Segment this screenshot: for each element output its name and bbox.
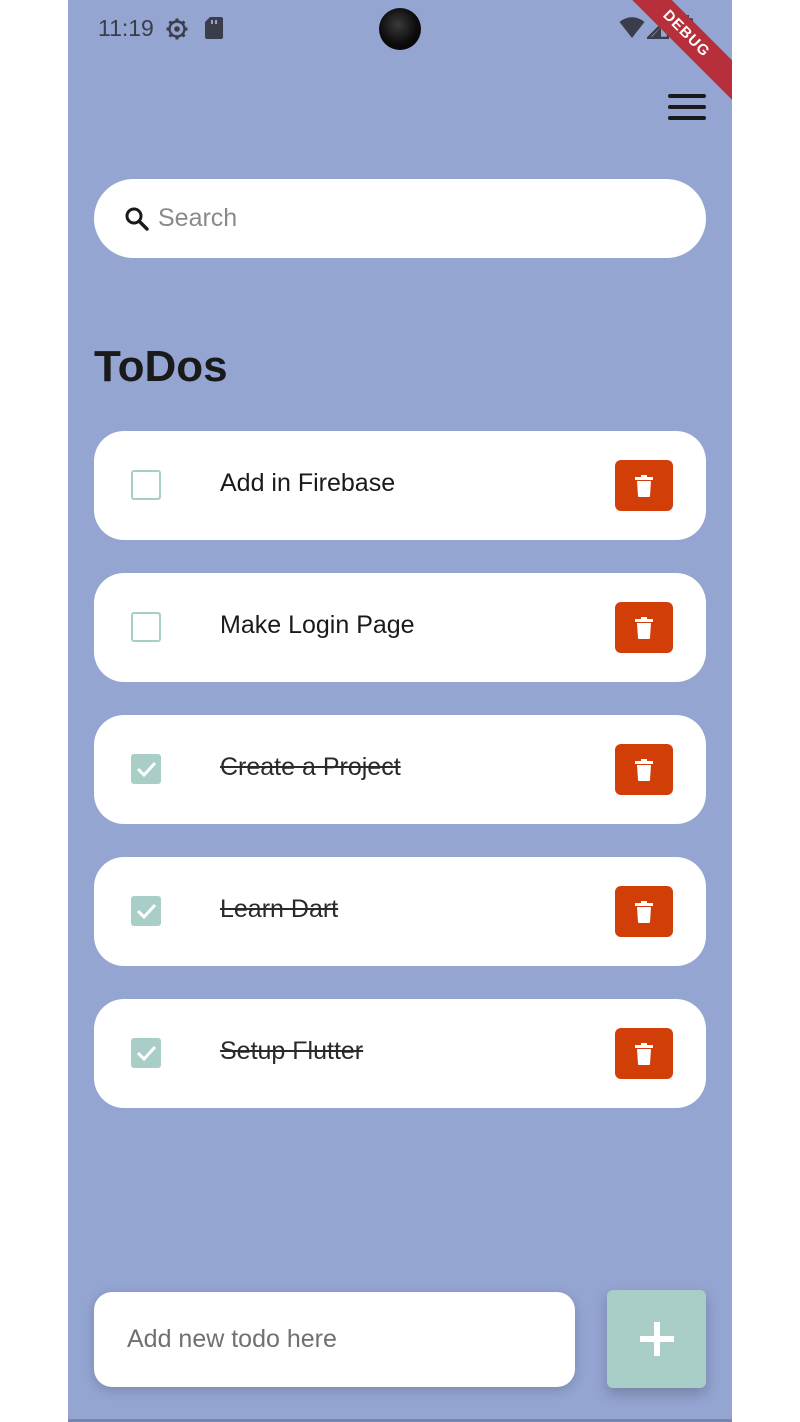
todo-checkbox-checked[interactable] xyxy=(131,1038,161,1068)
delete-button[interactable] xyxy=(615,1028,673,1079)
todo-item[interactable]: Add in Firebase xyxy=(94,431,706,540)
wifi-icon xyxy=(619,17,645,38)
trash-icon xyxy=(635,900,653,923)
checkmark-icon xyxy=(136,761,157,778)
todo-item[interactable]: Create a Project xyxy=(94,715,706,824)
status-time: 11:19 xyxy=(98,15,154,41)
sd-card-icon xyxy=(205,17,223,39)
settings-gear-icon xyxy=(166,18,188,40)
hamburger-menu-icon[interactable] xyxy=(668,94,706,124)
delete-button[interactable] xyxy=(615,886,673,937)
todo-checkbox-checked[interactable] xyxy=(131,896,161,926)
search-bar xyxy=(94,179,706,258)
plus-icon xyxy=(639,1322,674,1356)
todo-text: Create a Project xyxy=(220,753,401,781)
front-camera xyxy=(379,8,421,50)
todo-text: Make Login Page xyxy=(220,611,415,639)
todo-item[interactable]: Learn Dart xyxy=(94,857,706,966)
todo-checkbox[interactable] xyxy=(131,470,161,500)
search-input[interactable] xyxy=(158,204,638,233)
todo-checkbox-checked[interactable] xyxy=(131,754,161,784)
status-bar: 11:19 DEBUG xyxy=(68,0,732,108)
todo-text: Add in Firebase xyxy=(220,469,396,497)
delete-button[interactable] xyxy=(615,744,673,795)
todo-text: Learn Dart xyxy=(220,895,339,923)
trash-icon xyxy=(635,616,653,639)
page-title: ToDos xyxy=(94,342,228,391)
trash-icon xyxy=(635,474,653,497)
new-todo-input[interactable] xyxy=(127,1325,547,1354)
app-screen: 11:19 DEBUG Search ToDos Add in Firebase… xyxy=(68,0,732,1422)
new-todo-field xyxy=(94,1292,575,1387)
delete-button[interactable] xyxy=(615,602,673,653)
trash-icon xyxy=(635,758,653,781)
todo-list: Add in Firebase Make Login Page Create a… xyxy=(94,431,706,1141)
todo-item[interactable]: Make Login Page xyxy=(94,573,706,682)
checkmark-icon xyxy=(136,1045,157,1062)
delete-button[interactable] xyxy=(615,460,673,511)
todo-text: Setup Flutter xyxy=(220,1037,364,1065)
todo-checkbox[interactable] xyxy=(131,612,161,642)
add-todo-button[interactable] xyxy=(607,1290,706,1388)
trash-icon xyxy=(635,1042,653,1065)
checkmark-icon xyxy=(136,903,157,920)
search-icon xyxy=(125,207,149,231)
todo-item[interactable]: Setup Flutter xyxy=(94,999,706,1108)
